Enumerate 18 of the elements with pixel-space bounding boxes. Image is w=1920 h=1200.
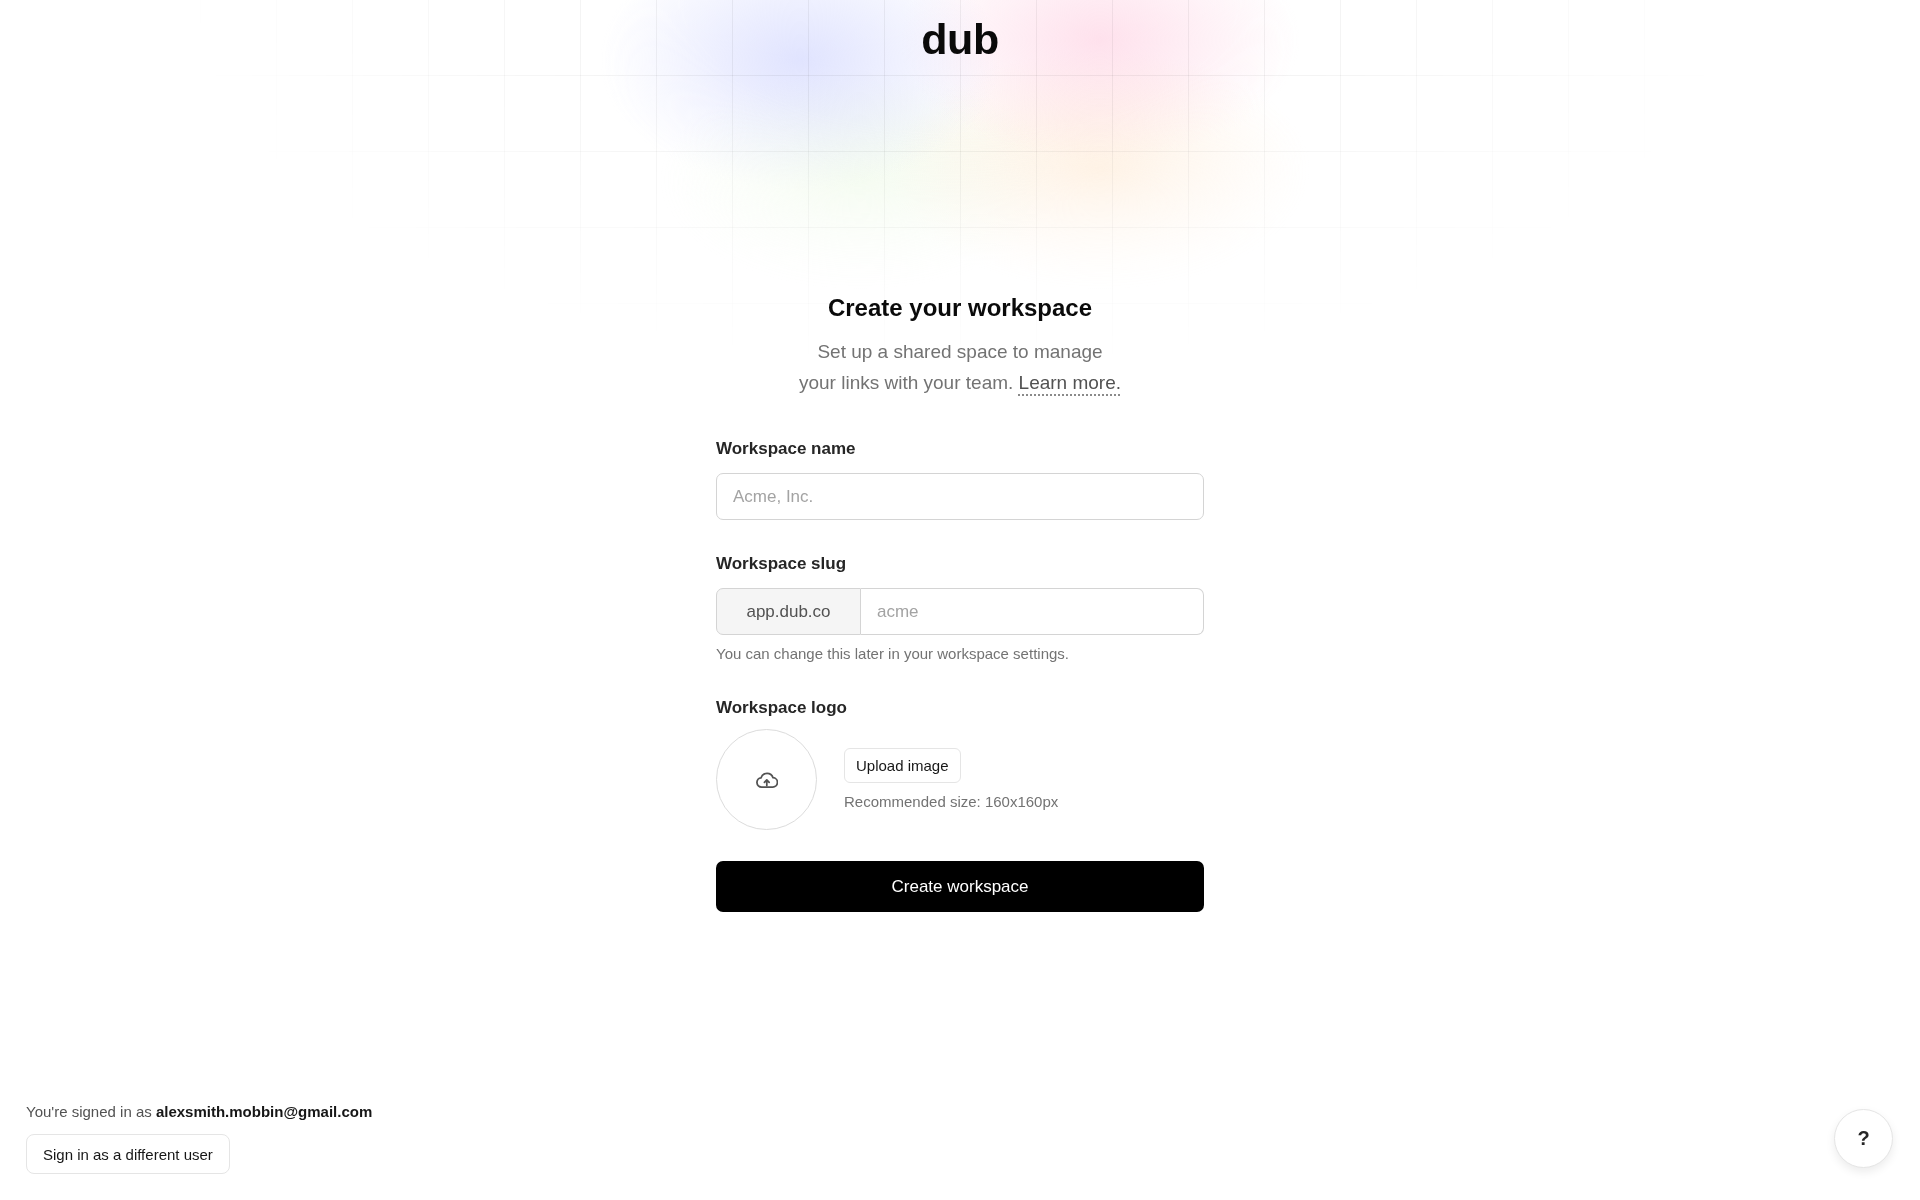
upload-image-button[interactable]: Upload image	[844, 748, 961, 783]
page-title: Create your workspace	[827, 293, 1093, 323]
cloud-upload-icon	[755, 771, 778, 788]
help-button[interactable]: ?	[1834, 1109, 1893, 1168]
field-label: Workspace name	[716, 438, 856, 460]
url-prefix: app.dub.co	[716, 588, 861, 635]
help-text: Recommended size: 160x160px	[844, 792, 1059, 812]
subtitle: Set up a shared space to manage your links with your team. Learn more.	[797, 340, 1123, 395]
create-workspace-button[interactable]: Create workspace	[716, 861, 1204, 912]
learn-more-link[interactable]: Learn more.	[1018, 372, 1122, 393]
signed-in-text: You're signed in as alexsmith.mobbin@gmail.com	[26, 1102, 373, 1122]
text-input[interactable]: Acme, Inc.	[716, 473, 1204, 520]
field-label: Workspace logo	[716, 697, 847, 719]
field-label: Workspace slug	[716, 553, 847, 575]
switch-user-button[interactable]: Sign in as a different user	[26, 1134, 230, 1174]
logo-wordmark: dub	[921, 14, 999, 64]
slug-input[interactable]: acme	[861, 588, 1204, 635]
help-text: You can change this later in your workspace settings.	[716, 644, 1069, 664]
